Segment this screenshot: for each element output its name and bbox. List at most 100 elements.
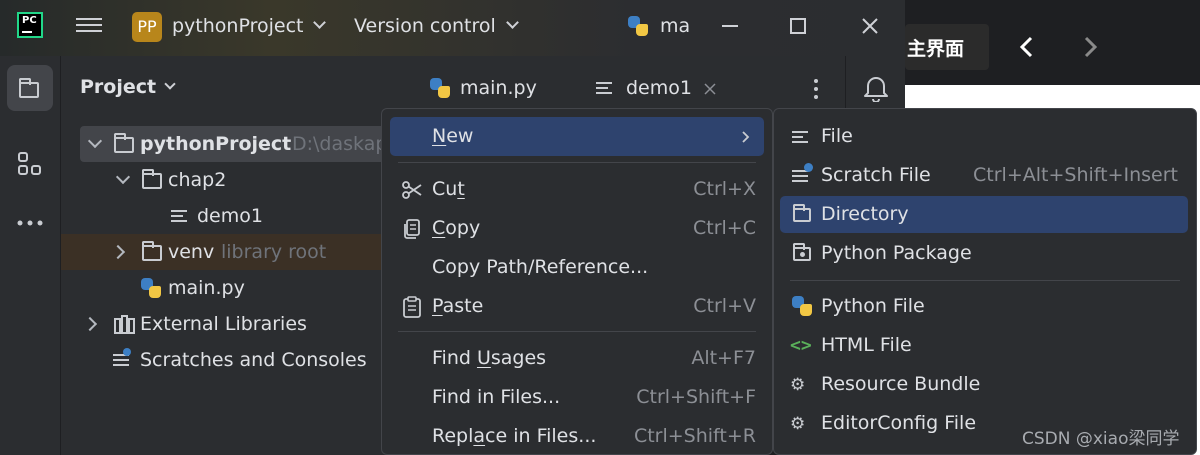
chevron-down-icon xyxy=(87,133,103,149)
submenu-item-label: HTML File xyxy=(821,334,912,356)
gear-icon: ⚙ xyxy=(790,414,806,434)
project-panel-title: Project xyxy=(80,76,157,98)
main-window-tab[interactable]: 主界面 xyxy=(905,24,989,70)
scratch-icon xyxy=(113,354,129,368)
python-file-icon xyxy=(430,78,450,98)
tree-row[interactable]: venv library root xyxy=(61,234,381,270)
submenu-item-python-file[interactable]: Python File xyxy=(780,288,1188,325)
title-bar: PC PP pythonProject Version control ma xyxy=(0,0,905,56)
submenu-item-label: Python Package xyxy=(821,242,972,264)
back-arrow-icon[interactable] xyxy=(1018,36,1034,58)
tab-label: demo1 xyxy=(626,77,692,99)
more-vertical-icon[interactable] xyxy=(813,78,819,100)
maximize-icon xyxy=(790,18,806,34)
menu-item-copy[interactable]: Copy Ctrl+C xyxy=(390,209,764,248)
python-file-icon xyxy=(792,296,812,316)
submenu-item-python-package[interactable]: Python Package xyxy=(780,235,1188,272)
folder-icon xyxy=(142,241,162,261)
close-icon xyxy=(862,18,878,34)
submenu-item-resource-bundle[interactable]: ⚙ Resource Bundle xyxy=(780,366,1188,403)
tree-row[interactable]: External Libraries xyxy=(80,306,400,342)
close-button[interactable] xyxy=(850,8,890,44)
submenu-item-label: Scratch File xyxy=(821,164,931,186)
project-panel-header[interactable]: Project xyxy=(80,76,176,98)
more-icon xyxy=(17,220,43,226)
tab-label: main.py xyxy=(460,77,537,99)
tree-label: External Libraries xyxy=(140,313,307,335)
menu-item-label: Copy Path/Reference... xyxy=(432,256,649,278)
scratch-file-icon xyxy=(792,170,808,184)
main-menu-icon[interactable] xyxy=(76,14,102,38)
menu-item-find-usages[interactable]: Find Usages Alt+F7 xyxy=(390,339,764,378)
python-file-icon xyxy=(141,278,161,298)
more-tools-button[interactable] xyxy=(7,200,53,246)
html-icon: <> xyxy=(790,335,812,356)
menu-item-replace-in-files[interactable]: Replace in Files... Ctrl+Shift+R xyxy=(390,417,764,455)
text-file-icon xyxy=(171,210,187,224)
submenu-item-shortcut: Ctrl+Alt+Shift+Insert xyxy=(973,164,1178,186)
context-menu: New Cut Ctrl+X Copy Ctrl+C Copy Path/Ref… xyxy=(381,108,773,455)
menu-item-cut[interactable]: Cut Ctrl+X xyxy=(390,170,764,209)
tree-label: main.py xyxy=(168,277,245,299)
main-window-title: 主界面 xyxy=(907,38,965,60)
menu-item-label: Find in Files... xyxy=(432,386,561,408)
menu-item-label: New xyxy=(432,125,474,147)
menu-item-copy-path[interactable]: Copy Path/Reference... xyxy=(390,248,764,287)
submenu-item-scratch-file[interactable]: Scratch File Ctrl+Alt+Shift+Insert xyxy=(780,157,1188,194)
submenu-item-file[interactable]: File xyxy=(780,118,1188,155)
scissors-icon xyxy=(402,181,422,199)
forward-arrow-icon[interactable] xyxy=(1083,36,1099,58)
library-icon xyxy=(114,315,135,334)
gear-icon: ⚙ xyxy=(790,375,806,395)
chevron-down-icon xyxy=(164,78,176,90)
project-panel: Project pythonProject D:\daskap chap2 de… xyxy=(61,56,427,455)
submenu-item-label: Resource Bundle xyxy=(821,373,981,395)
menu-item-shortcut: Ctrl+X xyxy=(693,178,756,200)
tree-hint: D:\daskap xyxy=(292,133,388,155)
menu-item-shortcut: Ctrl+Shift+F xyxy=(636,386,756,408)
menu-item-paste[interactable]: Paste Ctrl+V xyxy=(390,287,764,326)
tree-label: demo1 xyxy=(197,205,263,227)
close-tab-icon[interactable] xyxy=(704,83,716,95)
folder-icon xyxy=(114,133,134,153)
new-submenu: File Scratch File Ctrl+Alt+Shift+Insert … xyxy=(773,108,1197,455)
watermark: CSDN @xiao梁同学 xyxy=(1022,429,1180,449)
tab-demo1[interactable]: demo1 xyxy=(596,74,736,104)
copy-icon xyxy=(404,219,420,239)
chevron-right-icon xyxy=(110,244,126,260)
project-badge: PP xyxy=(132,12,162,42)
submenu-item-label: Directory xyxy=(821,203,909,225)
menu-item-shortcut: Ctrl+V xyxy=(693,295,756,317)
submenu-item-label: File xyxy=(821,125,853,147)
tab-main-py[interactable]: main.py xyxy=(428,74,568,104)
submenu-item-directory[interactable]: Directory xyxy=(780,196,1188,233)
minimize-button[interactable] xyxy=(710,8,750,44)
bell-icon xyxy=(864,77,888,102)
python-file-icon xyxy=(628,16,648,36)
vcs-selector[interactable]: Version control xyxy=(354,15,519,37)
submenu-item-html-file[interactable]: <> HTML File xyxy=(780,327,1188,364)
chevron-down-icon xyxy=(115,169,131,185)
menu-item-label: Replace in Files... xyxy=(432,425,597,447)
menu-item-shortcut: Ctrl+Shift+R xyxy=(633,425,756,447)
tree-label: pythonProject xyxy=(140,133,292,155)
tree-row[interactable]: pythonProject D:\daskap xyxy=(80,126,427,162)
text-file-icon xyxy=(596,82,612,96)
structure-tool-button[interactable] xyxy=(7,140,53,186)
menu-item-new[interactable]: New xyxy=(390,117,764,156)
tree-label: Scratches and Consoles xyxy=(140,349,367,371)
menu-item-label: Paste xyxy=(432,295,484,317)
folder-icon xyxy=(793,204,811,222)
tree-row[interactable]: chap2 xyxy=(108,162,428,198)
background-window: 主界面 xyxy=(905,0,1200,455)
run-config-label[interactable]: ma xyxy=(660,15,690,37)
menu-item-find-in-files[interactable]: Find in Files... Ctrl+Shift+F xyxy=(390,378,764,417)
menu-item-label: Cut xyxy=(432,178,465,200)
pycharm-logo-icon[interactable]: PC xyxy=(17,12,43,38)
package-dot xyxy=(800,252,805,257)
tree-row[interactable]: main.py xyxy=(141,270,401,306)
maximize-button[interactable] xyxy=(778,8,818,44)
chevron-right-icon xyxy=(742,131,750,143)
project-tool-button[interactable] xyxy=(7,65,53,111)
project-selector[interactable]: pythonProject xyxy=(172,15,327,37)
